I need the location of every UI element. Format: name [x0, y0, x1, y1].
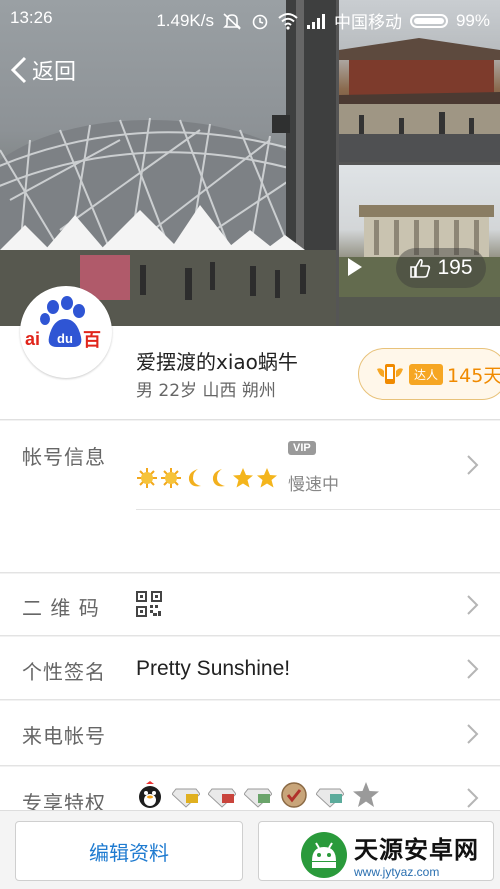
- play-icon[interactable]: [339, 252, 369, 282]
- signature-row[interactable]: 个性签名 Pretty Sunshine!: [0, 637, 500, 700]
- battery-icon: [409, 13, 448, 28]
- penguin-icon: [139, 781, 161, 808]
- star-icon: [257, 468, 277, 488]
- call-account-label: 来电帐号: [22, 724, 106, 748]
- alarm-icon: [252, 14, 268, 29]
- back-button[interactable]: 返回: [10, 54, 76, 86]
- expert-badge[interactable]: 达人 145天: [358, 348, 500, 400]
- expert-tag: 达人: [409, 363, 444, 385]
- vip-badge: VIP: [288, 441, 316, 455]
- winged-phone-icon: [377, 364, 403, 384]
- sun-icon: [161, 468, 181, 488]
- avatar-text-mid: du: [57, 331, 73, 346]
- signal-icon: [306, 13, 325, 29]
- baidu-logo-icon: du ai 百: [23, 289, 109, 375]
- qr-code-label: 二 维 码: [22, 596, 100, 620]
- back-label: 返回: [32, 60, 77, 85]
- signature-value: Pretty Sunshine!: [136, 657, 291, 680]
- watermark-title: 天源安卓网: [354, 836, 479, 864]
- thumbs-up-icon: [410, 258, 431, 278]
- mute-icon: [223, 12, 241, 30]
- account-info-row[interactable]: 帐号信息 VIP 慢速中: [0, 421, 500, 573]
- status-icons: 1.49K/s 中国移动 99%: [156, 8, 490, 33]
- profile-subinfo: 男 22岁 山西 朔州: [136, 381, 276, 401]
- signature-label: 个性签名: [22, 660, 106, 684]
- level-icons: [136, 467, 278, 489]
- moon-icon: [188, 469, 201, 487]
- chevron-left-icon: [10, 56, 27, 84]
- android-logo-icon: [301, 831, 347, 878]
- avatar[interactable]: du ai 百: [20, 286, 112, 378]
- qr-code-icon: [136, 591, 162, 617]
- status-bar: 13:26 1.49K/s 中国移动 99%: [0, 0, 500, 36]
- diamond-green-icon: [244, 788, 272, 808]
- chevron-right-icon: [467, 724, 479, 744]
- watermark-url: www.jytyaz.com: [354, 865, 440, 879]
- star-icon: [233, 468, 253, 488]
- qr-code-row[interactable]: 二 维 码: [0, 574, 500, 636]
- wifi-icon: [278, 12, 298, 30]
- medal-icon: [281, 782, 307, 808]
- divider: [136, 509, 500, 510]
- sun-icon: [137, 468, 157, 488]
- diamond-yellow-icon: [172, 788, 200, 808]
- call-account-row[interactable]: 来电帐号: [0, 701, 500, 766]
- chevron-right-icon: [467, 659, 479, 679]
- diamond-teal-icon: [316, 788, 344, 808]
- avatar-text-right: 百: [83, 330, 101, 351]
- chevron-right-icon: [467, 455, 479, 475]
- chevron-right-icon: [467, 788, 479, 808]
- moon-icon: [212, 469, 225, 487]
- carrier-name: 中国移动: [333, 13, 402, 32]
- mausoleum-photo: [339, 205, 500, 326]
- chevron-right-icon: [467, 595, 479, 615]
- account-info-label: 帐号信息: [22, 445, 106, 469]
- like-count: 195: [437, 256, 473, 279]
- stadium-photo: [0, 0, 336, 326]
- avatar-text-left: ai: [25, 329, 40, 349]
- like-button[interactable]: 195: [396, 248, 486, 288]
- cover-photo-main[interactable]: [0, 0, 336, 326]
- speed-status: 慢速中: [288, 475, 339, 495]
- status-time: 13:26: [10, 8, 53, 27]
- cover-photo-mausoleum[interactable]: [339, 165, 500, 326]
- battery-percent: 99%: [455, 10, 490, 30]
- edit-profile-button[interactable]: 编辑资料: [15, 821, 243, 881]
- star-gray-icon: [353, 782, 379, 807]
- diamond-red-icon: [208, 788, 236, 808]
- cover-photo-area[interactable]: 13:26 1.49K/s 中国移动 99% 返回 195: [0, 0, 500, 326]
- expert-days: 145天: [447, 364, 500, 387]
- privilege-icons: [136, 781, 380, 809]
- nickname: 爱摆渡的xiao蜗牛: [136, 350, 298, 374]
- network-speed: 1.49K/s: [156, 10, 214, 30]
- site-watermark: 天源安卓网 www.jytyaz.com: [300, 820, 500, 889]
